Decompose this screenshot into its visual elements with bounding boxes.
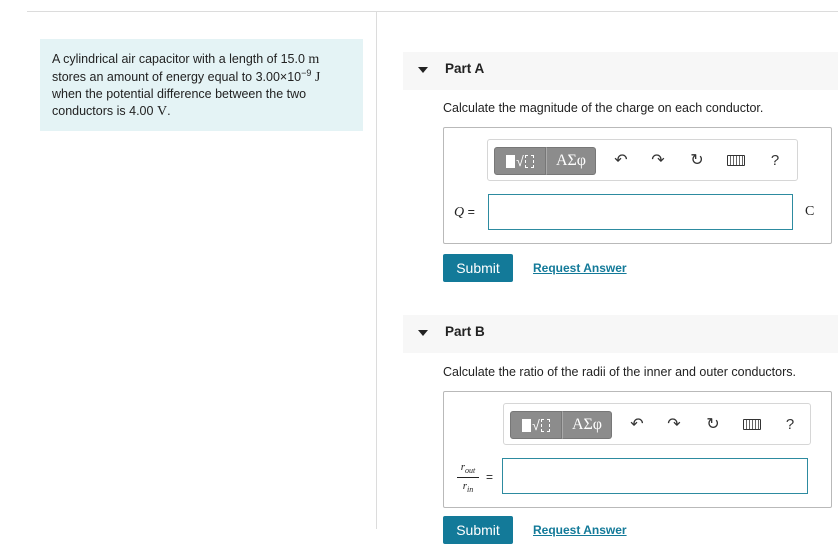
collapse-triangle-icon[interactable] — [418, 330, 428, 336]
exponent: −9 — [301, 67, 312, 78]
keyboard-icon[interactable] — [727, 155, 745, 166]
part-b-question: Calculate the ratio of the radii of the … — [443, 365, 796, 379]
radius-ratio-input[interactable] — [502, 458, 808, 494]
problem-text-2: stores an amount of energy equal to 3.00… — [52, 69, 302, 84]
problem-text-1: A cylindrical air capacitor with a lengt… — [52, 52, 305, 66]
template-icon[interactable]: √ — [494, 147, 546, 175]
part-a-title: Part A — [445, 61, 485, 76]
redo-icon[interactable]: ↷ — [649, 151, 667, 169]
equals-sign: = — [486, 470, 494, 484]
problem-period: . — [167, 103, 171, 118]
ratio-numerator-subscript: out — [465, 466, 476, 476]
ratio-denominator-subscript: in — [467, 485, 474, 495]
template-icon[interactable]: √ — [510, 411, 562, 439]
reset-icon[interactable]: ↻ — [688, 151, 706, 169]
reset-icon[interactable]: ↻ — [704, 415, 722, 433]
greek-symbols-icon[interactable]: ΑΣφ — [562, 411, 612, 439]
undo-icon[interactable]: ↶ — [612, 151, 630, 169]
top-rule — [27, 11, 838, 12]
charge-label: Q = — [454, 205, 475, 221]
unit-meters: m — [308, 52, 320, 67]
part-a-header[interactable]: Part A — [403, 52, 838, 90]
part-b-answer-box: √ ΑΣφ ↶ ↷ ↻ ? — [443, 391, 832, 508]
greek-symbols-icon[interactable]: ΑΣφ — [546, 147, 596, 175]
part-b-toolbar: √ ΑΣφ ↶ ↷ ↻ ? — [503, 403, 811, 445]
problem-statement: A cylindrical air capacitor with a lengt… — [40, 39, 363, 131]
charge-input[interactable] — [488, 194, 793, 230]
equals-sign: = — [467, 205, 475, 219]
problem-text-4: conductors is 4.00 — [52, 103, 154, 118]
undo-icon[interactable]: ↶ — [628, 415, 646, 433]
part-a-question: Calculate the magnitude of the charge on… — [443, 101, 764, 115]
part-b-request-answer-link[interactable]: Request Answer — [533, 523, 627, 537]
problem-text-3: when the potential difference between th… — [52, 87, 307, 101]
part-b-header[interactable]: Part B — [403, 315, 838, 353]
collapse-triangle-icon[interactable] — [418, 67, 428, 73]
column-divider — [376, 12, 377, 529]
part-b-submit-button[interactable]: Submit — [443, 516, 513, 544]
unit-volts: V — [156, 103, 168, 119]
unit-joules: J — [314, 69, 321, 85]
radius-ratio-label: rout rin — [457, 461, 479, 494]
part-b-title: Part B — [445, 324, 485, 339]
keyboard-icon[interactable] — [743, 419, 761, 430]
redo-icon[interactable]: ↷ — [665, 415, 683, 433]
charge-symbol: Q — [454, 205, 465, 220]
part-a-answer-box: √ ΑΣφ ↶ ↷ ↻ ? Q = C — [443, 127, 832, 244]
unit-coulombs: C — [805, 204, 815, 219]
help-icon[interactable]: ? — [766, 151, 784, 169]
part-a-request-answer-link[interactable]: Request Answer — [533, 261, 627, 275]
part-a-toolbar: √ ΑΣφ ↶ ↷ ↻ ? — [487, 139, 798, 181]
part-a-submit-button[interactable]: Submit — [443, 254, 513, 282]
help-icon[interactable]: ? — [781, 415, 799, 433]
